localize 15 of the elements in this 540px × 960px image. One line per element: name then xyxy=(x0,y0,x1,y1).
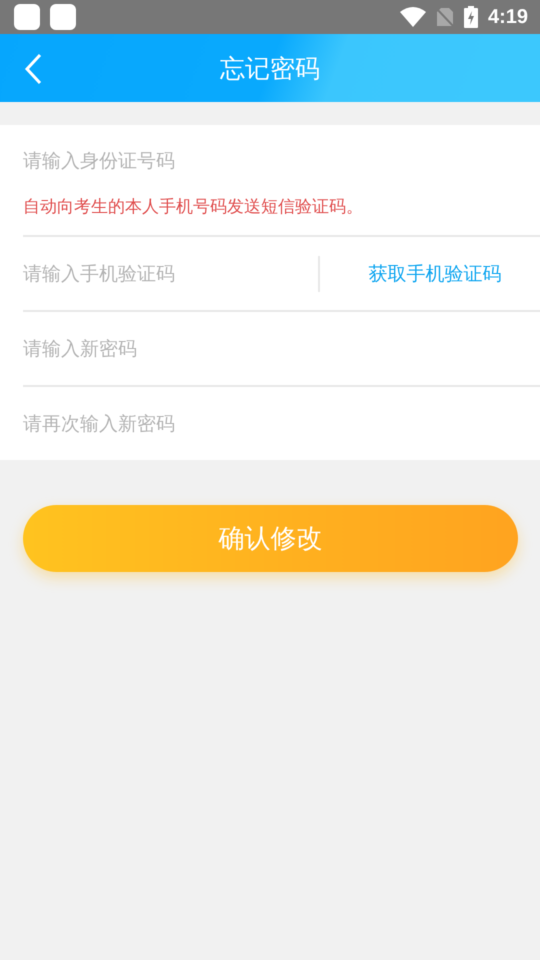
page-title: 忘记密码 xyxy=(220,52,320,84)
get-code-button[interactable]: 获取手机验证码 xyxy=(320,260,540,286)
back-icon xyxy=(24,53,42,85)
password-field[interactable]: 请再次输入新密码 xyxy=(23,388,540,460)
no-sim-icon xyxy=(436,7,454,27)
battery-charging-icon xyxy=(464,6,478,28)
id-number-field[interactable]: 请输入身份证号码 xyxy=(23,125,540,197)
verification-code-field[interactable]: 请输入手机验证码 xyxy=(23,238,318,310)
notification-icon xyxy=(50,4,76,30)
wifi-icon xyxy=(400,7,426,27)
password-field[interactable]: 请输入新密码 xyxy=(23,312,540,384)
notification-icon xyxy=(14,4,40,30)
clock-time: 4:19 xyxy=(488,6,528,28)
confirm-button[interactable]: 确认修改 xyxy=(23,505,518,572)
sms-note: 自动向考生的本人手机号码发送短信验证码。 xyxy=(23,197,364,219)
